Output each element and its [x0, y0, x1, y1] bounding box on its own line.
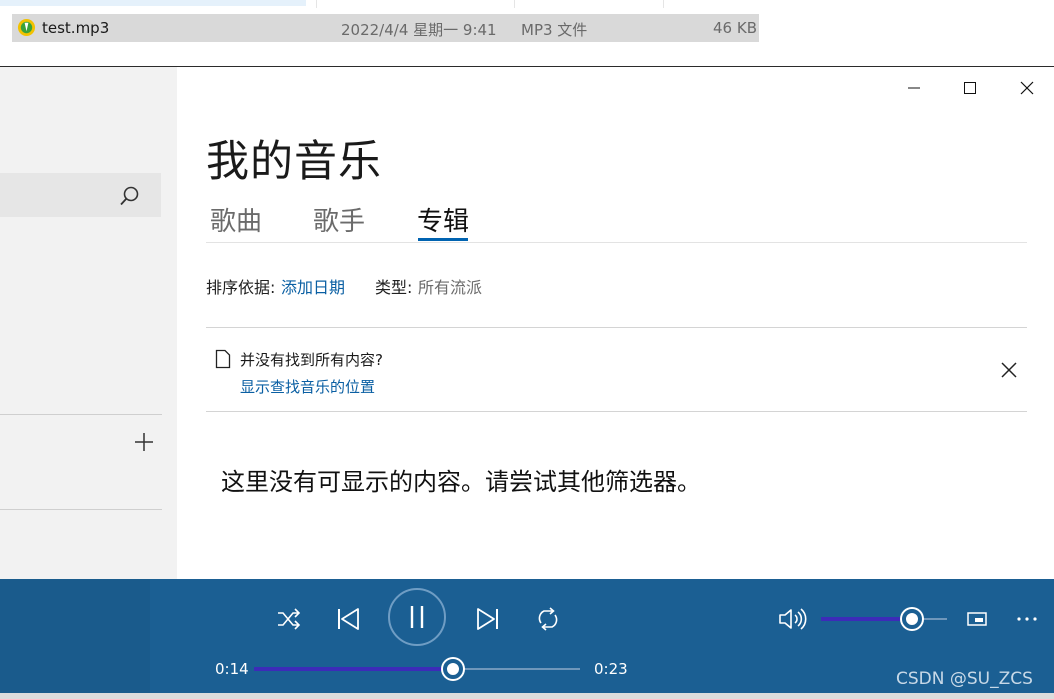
volume-slider[interactable] [821, 609, 947, 629]
tab-artists[interactable]: 歌手 [313, 201, 365, 238]
sidebar-divider [0, 509, 162, 510]
total-time: 0:23 [594, 660, 628, 678]
music-app-window: 我的音乐 歌曲 歌手 专辑 排序依据: 添加日期 类型: 所有流派 并没有找到所… [0, 66, 1054, 699]
divider [206, 411, 1027, 412]
file-type: MP3 文件 [521, 21, 588, 39]
add-icon[interactable] [134, 432, 154, 452]
close-icon[interactable] [1007, 75, 1047, 101]
volume-thumb[interactable] [901, 609, 922, 629]
more-icon[interactable] [1007, 599, 1047, 639]
window-bottom-edge [0, 693, 1054, 699]
sidebar-divider [0, 414, 162, 415]
show-music-location-link[interactable]: 显示查找音乐的位置 [240, 376, 375, 397]
seek-slider[interactable] [254, 659, 580, 679]
empty-state-message: 这里没有可显示的内容。请尝试其他筛选器。 [221, 468, 701, 496]
pause-button[interactable] [388, 588, 446, 646]
tab-songs[interactable]: 歌曲 [210, 201, 262, 238]
volume-level [821, 617, 912, 621]
column-divider [316, 0, 317, 8]
pause-icon [410, 606, 424, 628]
close-icon[interactable] [998, 359, 1020, 381]
explorer-window: test.mp3 2022/4/4 星期一 9:41 MP3 文件 46 KB [0, 0, 1054, 66]
shuffle-icon[interactable] [268, 599, 308, 639]
search-box[interactable] [0, 173, 161, 217]
repeat-icon[interactable] [528, 599, 568, 639]
column-divider [663, 0, 664, 8]
next-icon[interactable] [468, 599, 508, 639]
genre-dropdown[interactable]: 所有流派 [418, 274, 482, 298]
maximize-icon[interactable] [950, 75, 990, 101]
explorer-selection-strip [0, 0, 306, 6]
tabs-divider [206, 242, 1027, 243]
active-tab-indicator [418, 238, 468, 241]
column-divider [514, 0, 515, 8]
previous-icon[interactable] [328, 599, 368, 639]
file-size: 46 KB [713, 19, 757, 37]
file-row[interactable]: test.mp3 2022/4/4 星期一 9:41 MP3 文件 46 KB [12, 14, 759, 42]
file-name: test.mp3 [42, 19, 110, 37]
divider [206, 327, 1027, 328]
volume-icon[interactable] [771, 599, 811, 639]
mp3-file-icon [17, 18, 36, 37]
sort-label: 排序依据: [206, 278, 276, 297]
file-date: 2022/4/4 星期一 9:41 [341, 21, 497, 39]
notice-text: 并没有找到所有内容? [240, 351, 383, 369]
search-icon[interactable] [118, 185, 140, 207]
sidebar [0, 67, 177, 579]
seek-progress [254, 667, 453, 671]
genre-label: 类型: [375, 278, 413, 297]
player-left-area [0, 579, 150, 693]
current-time: 0:14 [215, 660, 249, 678]
seek-thumb[interactable] [442, 659, 463, 679]
minimize-icon[interactable] [894, 75, 934, 101]
page-title: 我的音乐 [206, 137, 382, 187]
mini-player-icon[interactable] [957, 599, 997, 639]
sort-dropdown[interactable]: 添加日期 [281, 274, 345, 298]
document-icon [215, 349, 231, 369]
watermark: CSDN @SU_ZCS [896, 669, 1033, 689]
tab-albums[interactable]: 专辑 [417, 201, 469, 238]
